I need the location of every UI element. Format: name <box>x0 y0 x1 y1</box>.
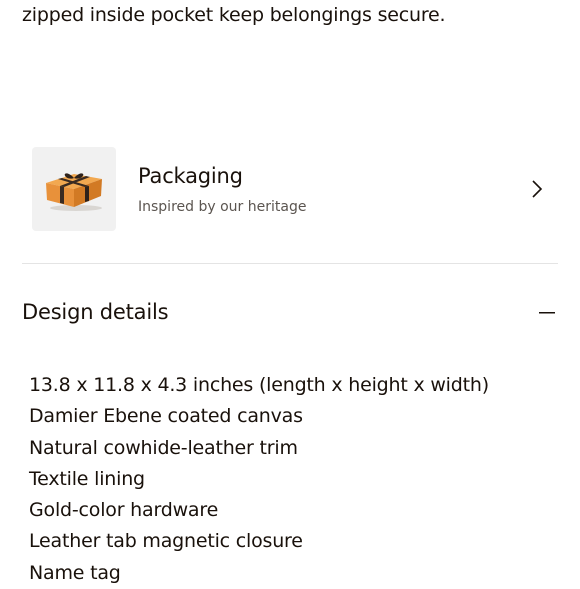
section-divider <box>22 263 558 264</box>
list-item: Textile lining <box>29 467 145 490</box>
design-details-title: Design details <box>22 300 169 324</box>
list-item: Gold-color hardware <box>29 499 219 522</box>
packaging-link[interactable]: Packaging Inspired by our heritage <box>22 146 558 232</box>
list-item: Leather tab magnetic closure <box>29 530 303 553</box>
design-details-list: 13.8 x 11.8 x 4.3 inches (length x heigh… <box>29 370 489 589</box>
product-description-text: zipped inside pocket keep belongings sec… <box>22 4 446 26</box>
list-item: Name tag <box>29 561 121 584</box>
chevron-right-icon[interactable] <box>530 179 544 199</box>
design-details-toggle[interactable]: Design details <box>22 290 558 336</box>
list-item: 13.8 x 11.8 x 4.3 inches (length x heigh… <box>29 374 489 396</box>
packaging-thumbnail <box>32 147 116 231</box>
packaging-title: Packaging <box>138 164 243 188</box>
list-item: Damier Ebene coated canvas <box>29 405 303 428</box>
gift-box-icon <box>46 173 102 211</box>
list-item: Natural cowhide-leather trim <box>29 436 298 459</box>
packaging-subtitle: Inspired by our heritage <box>138 199 307 215</box>
minus-icon[interactable] <box>539 312 555 314</box>
